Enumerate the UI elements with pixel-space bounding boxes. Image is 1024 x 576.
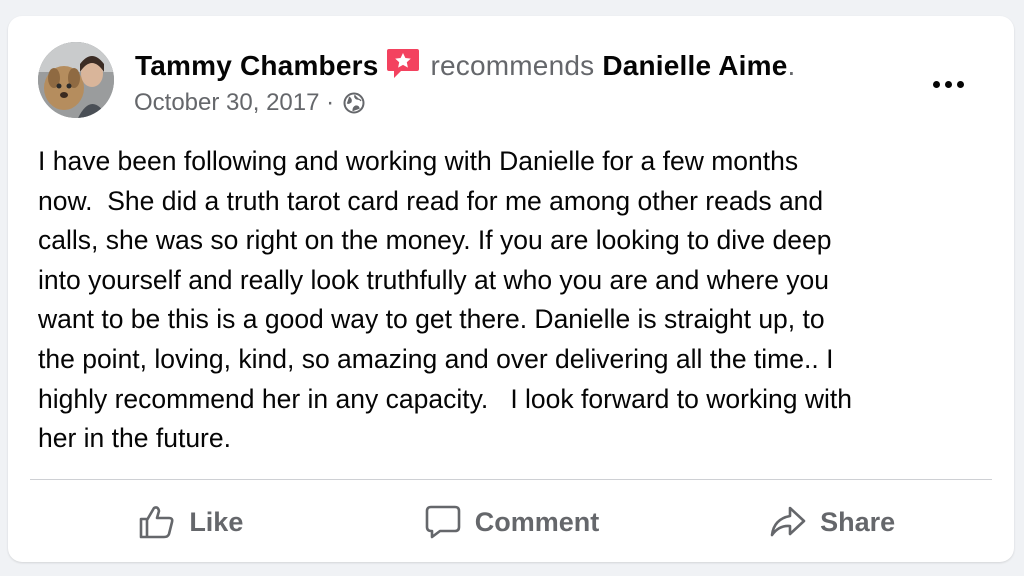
post-header: Tammy Chambers recommends Danielle Aime. [135, 47, 796, 87]
like-button[interactable]: Like [30, 496, 351, 548]
recommend-star-badge-icon [386, 47, 420, 87]
share-button[interactable]: Share [671, 496, 992, 548]
meta-separator: · [319, 89, 341, 116]
post-date-link[interactable]: October 30, 2017 [134, 89, 319, 116]
recommends-verb: recommends [430, 50, 595, 81]
more-options-icon [956, 80, 964, 88]
author-name-link[interactable]: Tammy Chambers [135, 50, 378, 81]
more-options-button[interactable] [926, 72, 970, 96]
comment-bubble-icon [423, 504, 463, 540]
more-options-icon [932, 80, 940, 88]
share-arrow-icon [768, 504, 808, 540]
actions-divider [30, 479, 992, 480]
like-label: Like [189, 506, 244, 537]
recommendation-post-card: Tammy Chambers recommends Danielle Aime. … [8, 16, 1014, 562]
post-actions-bar: Like Comment Share [30, 496, 992, 548]
author-avatar[interactable] [38, 42, 114, 118]
share-label: Share [820, 506, 896, 537]
recommended-page-link[interactable]: Danielle Aime [602, 50, 787, 81]
post-meta: October 30, 2017 · [134, 88, 365, 122]
globe-icon [343, 92, 365, 122]
comment-button[interactable]: Comment [351, 496, 672, 548]
more-options-icon [944, 80, 952, 88]
post-body-text: I have been following and working with D… [38, 146, 853, 454]
comment-label: Comment [474, 506, 600, 537]
avatar-photo-icon [38, 42, 114, 118]
target-suffix: . [787, 50, 796, 81]
thumbs-up-icon [137, 504, 177, 540]
